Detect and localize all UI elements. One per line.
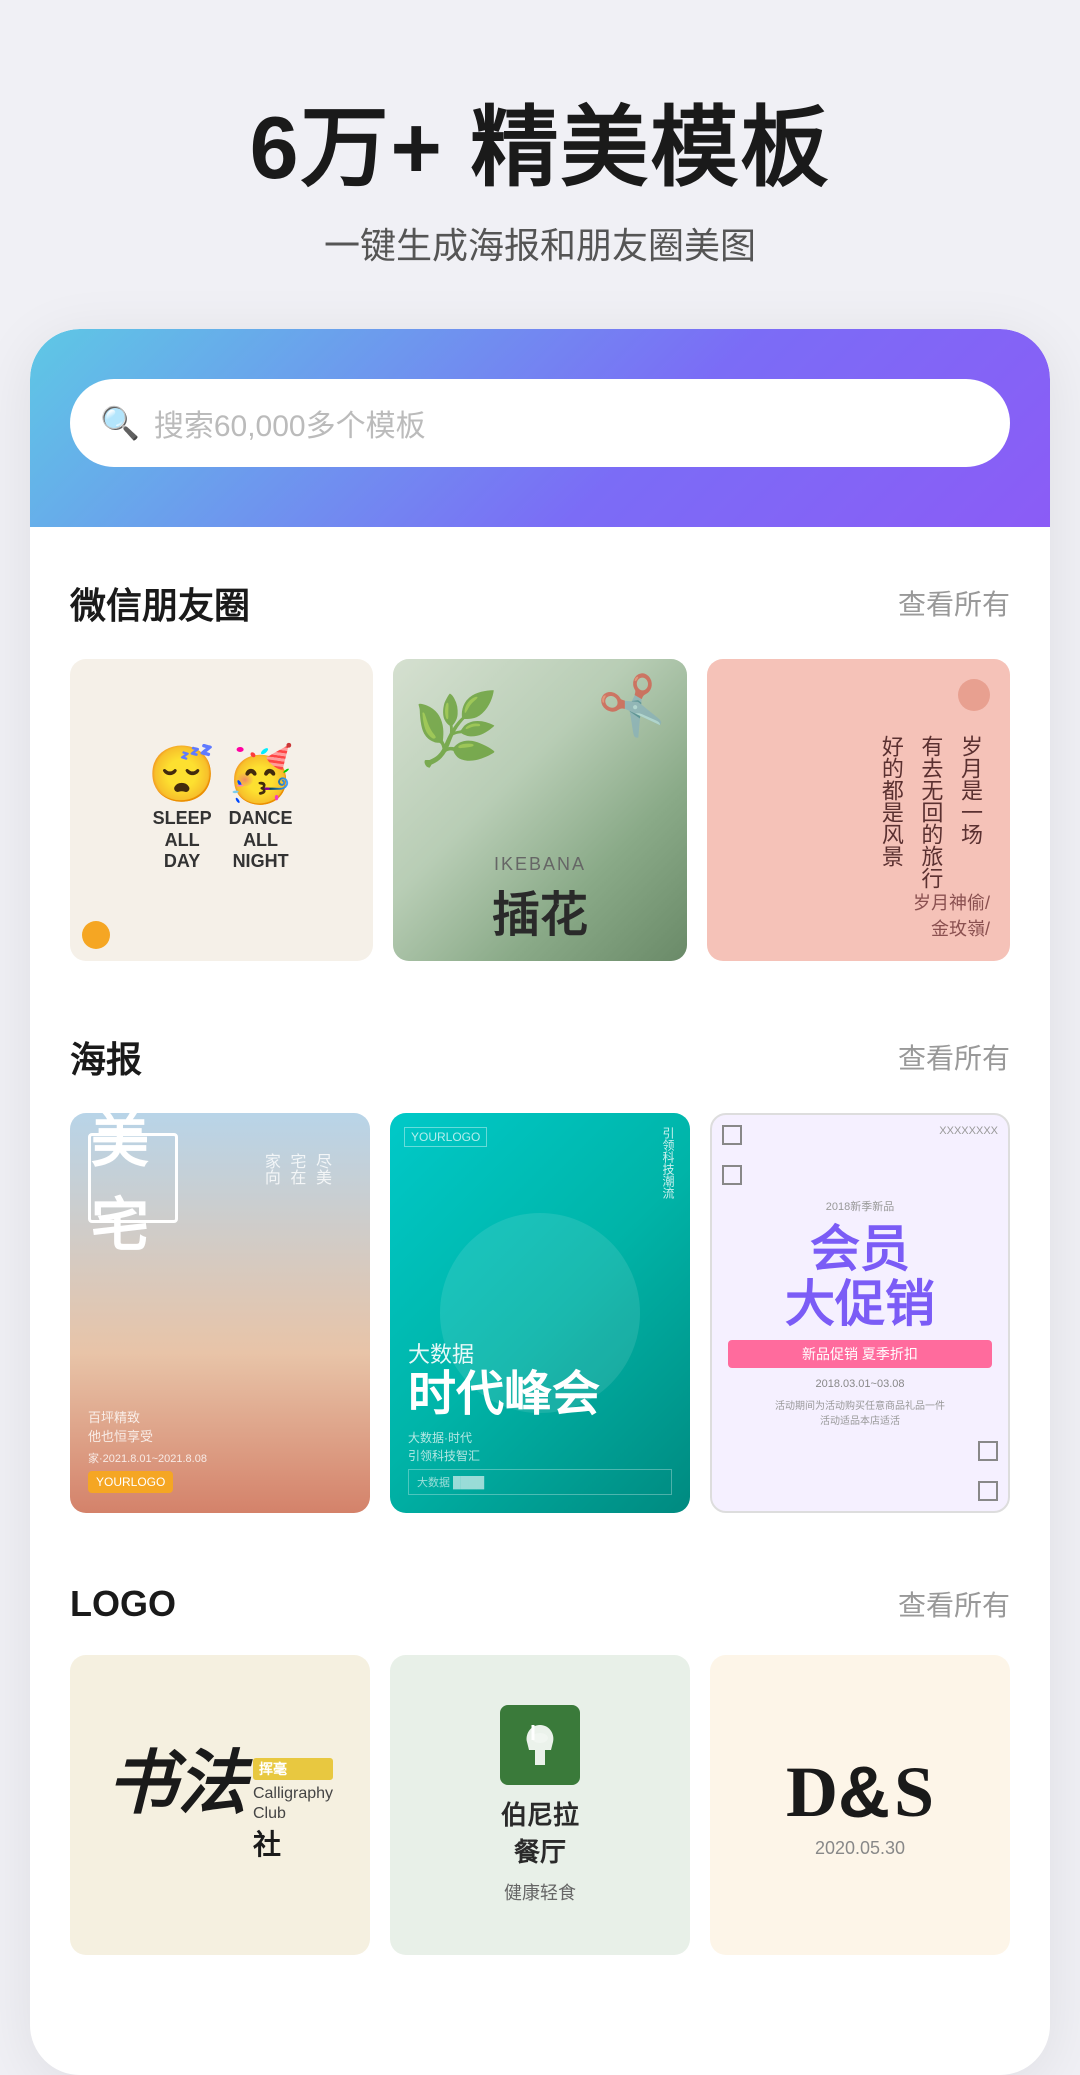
app-card: 🔍 搜索60,000多个模板 微信朋友圈 查看所有 😴 SLEEPALLDAY … — [30, 329, 1050, 2075]
app-header: 🔍 搜索60,000多个模板 — [30, 329, 1050, 527]
poster-card-meizhai[interactable]: 美宅 尽美宅在家向 百坪精致他也恒享受 家·2021.8.01~2021.8.0… — [70, 1113, 370, 1513]
poster-section-header: 海报 查看所有 — [70, 1031, 1010, 1083]
huiyuan-top-text: XXXXXXXX — [939, 1125, 998, 1137]
logo-section: LOGO 查看所有 书法 挥毫 Calligraphy Club 社 — [30, 1533, 1050, 1975]
meizhai-title: 美宅 — [88, 1133, 178, 1223]
bottom-space — [30, 1975, 1050, 2035]
ds-date: 2020.05.30 — [815, 1838, 905, 1859]
poem-footer-line1: 岁月神偷/ — [727, 889, 990, 915]
ikebana-scissors-icon: ✂️ — [594, 667, 677, 749]
poster-section: 海报 查看所有 美宅 尽美宅在家向 百坪精致他也恒享受 家·2021.8.01~… — [30, 981, 1050, 1533]
page-header: 6万+ 精美模板 一键生成海报和朋友圈美图 — [0, 0, 1080, 329]
shidai-intro: 引领科技潮流 — [659, 1127, 676, 1199]
poem-footer: 岁月神偷/ 金玫嶺/ — [727, 889, 990, 941]
poem-text-area: 岁月是一场有去无回的旅行好的都是风景 — [727, 719, 990, 890]
poster-section-title: 海报 — [70, 1031, 142, 1083]
meizhai-footer: 百坪精致他也恒享受 家·2021.8.01~2021.8.08 YOURLOGO — [88, 1408, 352, 1494]
shidai-small-text: 大数据 — [408, 1337, 672, 1369]
wechat-section: 微信朋友圈 查看所有 😴 SLEEPALLDAY 🥳 DANCEALLNIGHT — [30, 527, 1050, 982]
ds-s-char: S — [894, 1751, 934, 1834]
shidai-footer: 大数据·时代引领科技智汇 — [408, 1429, 672, 1465]
wechat-view-all-link[interactable]: 查看所有 — [898, 583, 1010, 623]
restaurant-sub: 健康轻食 — [504, 1879, 576, 1905]
ikebana-text-wrap: IKEBANA 插花 — [492, 854, 588, 945]
poster-view-all-link[interactable]: 查看所有 — [898, 1037, 1010, 1077]
calligraphy-layout: 书法 挥毫 Calligraphy Club 社 — [107, 1748, 333, 1863]
logo-view-all-link[interactable]: 查看所有 — [898, 1584, 1010, 1624]
meizhai-date: 家·2021.8.01~2021.8.08 — [88, 1451, 352, 1468]
restaurant-icon — [500, 1705, 580, 1785]
huiyuan-right-deco — [978, 1441, 998, 1501]
shidai-main: 大数据 时代峰会 大数据·时代引领科技智汇 大数据 ████ — [408, 1337, 672, 1496]
huiyuan-date-range: 2018.03.01~03.08 — [728, 1376, 992, 1393]
sleep-card-badge — [82, 921, 110, 949]
sleep-emoji: 😴 — [148, 747, 216, 802]
logo-section-header: LOGO 查看所有 — [70, 1583, 1010, 1625]
calligraphy-en1: Calligraphy — [253, 1784, 333, 1805]
logo-card-restaurant[interactable]: 伯尼拉餐厅 健康轻食 — [390, 1655, 690, 1955]
meizhai-sub-text: 尽美宅在家向 — [257, 1153, 334, 1185]
logo-section-title: LOGO — [70, 1583, 176, 1625]
search-bar[interactable]: 🔍 搜索60,000多个模板 — [70, 379, 1010, 467]
logo-card-ds[interactable]: D & S 2020.05.30 — [710, 1655, 1010, 1955]
ikebana-en-text: IKEBANA — [492, 854, 588, 875]
dance-label: DANCEALLNIGHT — [229, 808, 293, 873]
poem-badge — [958, 679, 990, 711]
ds-ampersand: & — [838, 1752, 890, 1834]
poster-card-huiyuan[interactable]: XXXXXXXX 2018新季新品 会员大促销 新品促销 夏季折扣 2018.0… — [710, 1113, 1010, 1513]
logo-cards-row: 书法 挥毫 Calligraphy Club 社 — [70, 1655, 1010, 1955]
poster-card-shidai[interactable]: YOURLOGO 引领科技潮流 大数据 时代峰会 大数据·时代引领科技智汇 大数… — [390, 1113, 690, 1513]
search-icon: 🔍 — [100, 404, 140, 442]
calligraphy-cn-char: 书法 — [107, 1748, 247, 1818]
poem-text: 岁月是一场有去无回的旅行好的都是风景 — [871, 735, 990, 889]
huiyuan-content: 2018新季新品 会员大促销 新品促销 夏季折扣 2018.03.01~03.0… — [728, 1198, 992, 1429]
sleep-item: 😴 SLEEPALLDAY — [148, 747, 216, 873]
dance-emoji: 🥳 — [226, 747, 294, 802]
sleep-dance-content: 😴 SLEEPALLDAY 🥳 DANCEALLNIGHT — [148, 747, 295, 873]
huiyuan-left-deco — [722, 1125, 742, 1185]
wechat-section-header: 微信朋友圈 查看所有 — [70, 577, 1010, 629]
meizhai-top: 美宅 尽美宅在家向 — [88, 1133, 352, 1223]
calligraphy-cn2: 社 — [253, 1823, 333, 1863]
calligraphy-en2: Club — [253, 1805, 333, 1823]
wechat-cards-row: 😴 SLEEPALLDAY 🥳 DANCEALLNIGHT 🌿 ✂️ — [70, 659, 1010, 962]
search-placeholder-text: 搜索60,000多个模板 — [154, 401, 426, 445]
sleep-label: SLEEPALLDAY — [153, 808, 212, 873]
huiyuan-sub-text: 活动期间为活动购买任意商品礼品一件活动适品本店适活 — [728, 1399, 992, 1429]
wechat-section-title: 微信朋友圈 — [70, 577, 250, 629]
wechat-card-ikebana[interactable]: 🌿 ✂️ IKEBANA 插花 — [393, 659, 688, 962]
calligraphy-badge: 挥毫 — [253, 1758, 333, 1780]
huiyuan-title: 会员大促销 — [728, 1222, 992, 1332]
page-subtitle: 一键生成海报和朋友圈美图 — [60, 217, 1020, 269]
shidai-big-text: 时代峰会 — [408, 1369, 672, 1422]
logo-card-calligraphy[interactable]: 书法 挥毫 Calligraphy Club 社 — [70, 1655, 370, 1955]
meizhai-footer-text: 百坪精致他也恒享受 — [88, 1408, 352, 1447]
calligraphy-right: 挥毫 Calligraphy Club 社 — [253, 1748, 333, 1863]
ikebana-cn-text: 插花 — [492, 875, 588, 945]
shidai-footer-box: 大数据 ████ — [408, 1469, 672, 1495]
wechat-card-poem[interactable]: 岁月是一场有去无回的旅行好的都是风景 岁月神偷/ 金玫嶺/ — [707, 659, 1010, 962]
poem-footer-line2: 金玫嶺/ — [727, 915, 990, 941]
huiyuan-year-text: 2018新季新品 — [728, 1198, 992, 1214]
page-title: 6万+ 精美模板 — [60, 100, 1020, 197]
ds-d-char: D — [786, 1751, 834, 1834]
poster-cards-row: 美宅 尽美宅在家向 百坪精致他也恒享受 家·2021.8.01~2021.8.0… — [70, 1113, 1010, 1513]
meizhai-logo-badge: YOURLOGO — [88, 1471, 173, 1493]
ds-title-wrap: D & S — [786, 1751, 934, 1834]
wechat-card-sleep-dance[interactable]: 😴 SLEEPALLDAY 🥳 DANCEALLNIGHT — [70, 659, 373, 962]
shidai-logo: YOURLOGO — [404, 1127, 487, 1147]
huiyuan-date-bar: 新品促销 夏季折扣 — [728, 1340, 992, 1368]
dance-item: 🥳 DANCEALLNIGHT — [226, 747, 294, 873]
ikebana-leaves-icon: 🌿 — [413, 689, 500, 771]
restaurant-name: 伯尼拉餐厅 — [501, 1795, 579, 1869]
